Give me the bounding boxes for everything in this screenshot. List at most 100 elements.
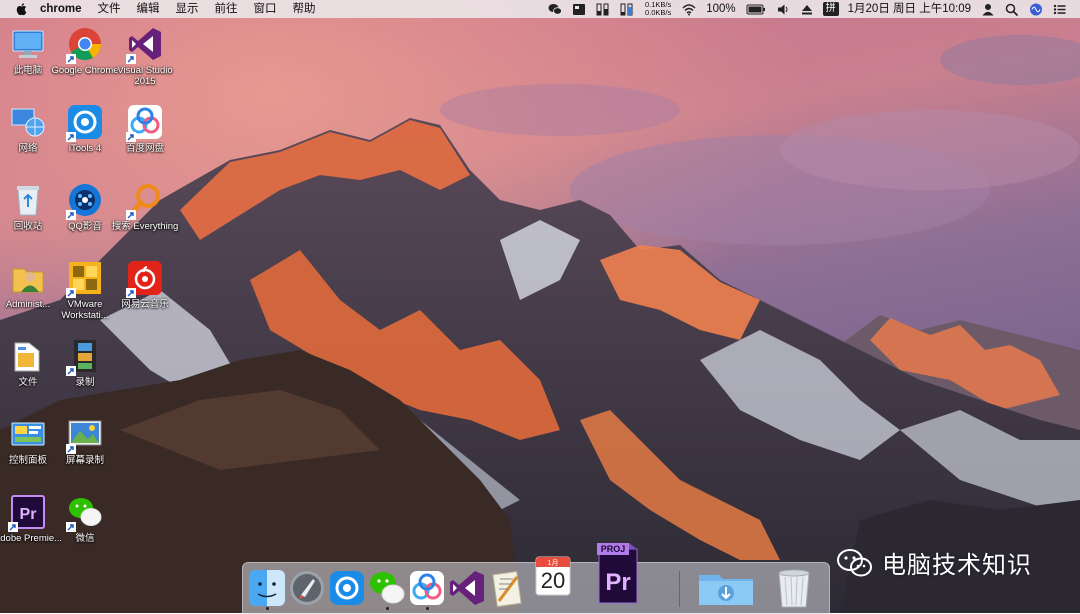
network-speed[interactable]: 0.1KB/s 0.0KB/s	[639, 1, 677, 17]
calendar-month: 1月	[547, 560, 559, 567]
desktop-icon-screen-recorder[interactable]: 屏幕录制	[57, 415, 113, 466]
running-indicator	[265, 607, 269, 610]
desktop-icon-files[interactable]: 文件	[0, 337, 56, 388]
user-folder-icon	[12, 268, 44, 293]
file-folder-icon	[14, 342, 40, 372]
shortcut-arrow-icon	[126, 288, 136, 298]
itools-icon	[330, 571, 364, 605]
clock-datetime[interactable]: 1月20日 周日 上午10:09	[843, 0, 976, 18]
watermark: 电脑技术知识	[836, 545, 1032, 580]
battery-icon[interactable]	[746, 3, 766, 16]
desktop-icon-label: 网易云音乐	[121, 299, 169, 310]
menu-view[interactable]: 显示	[168, 0, 207, 18]
desktop-icon-administrator[interactable]: Administ...	[0, 259, 56, 310]
script-editor-icon	[492, 570, 522, 608]
shortcut-arrow-icon	[66, 288, 76, 298]
dock-instruments[interactable]	[487, 567, 527, 609]
menu-go[interactable]: 前往	[207, 0, 246, 18]
desktop-icon-recycle-bin[interactable]: 回收站	[0, 181, 56, 232]
shortcut-arrow-icon	[126, 132, 136, 142]
desktop-icon-everything-search[interactable]: 搜索 Everything	[112, 181, 178, 232]
menu-help[interactable]: 帮助	[285, 0, 324, 18]
dock-baidu-netdisk[interactable]	[407, 567, 447, 610]
shortcut-arrow-icon	[66, 444, 76, 454]
visual-studio-icon	[450, 571, 484, 605]
network-download-speed: 0.0KB/s	[644, 8, 672, 17]
running-indicator	[385, 607, 389, 610]
desktop-icon-label: 百度网盘	[125, 143, 164, 154]
desktop-icon-label: 屏幕录制	[65, 455, 104, 466]
wechat-status-icon[interactable]	[548, 3, 562, 16]
dock-launchpad[interactable]	[287, 567, 327, 609]
svg-text:Pr: Pr	[20, 506, 37, 523]
desktop-icon-this-pc[interactable]: 此电脑	[0, 25, 56, 76]
network-icon	[11, 108, 45, 137]
shortcut-arrow-icon	[66, 366, 76, 376]
dock-trash[interactable]	[771, 567, 817, 609]
desktop-icon-itools[interactable]: iTools 4	[57, 103, 113, 154]
shortcut-arrow-icon	[66, 210, 76, 220]
desktop-icon-wechat[interactable]: 微信	[57, 493, 113, 544]
user-account-icon[interactable]	[981, 3, 995, 16]
desktop-icon-google-chrome[interactable]: Google Chrome	[51, 25, 119, 76]
eject-icon[interactable]	[800, 3, 814, 16]
shortcut-arrow-icon	[66, 522, 76, 532]
menu-file[interactable]: 文件	[90, 0, 129, 18]
dock-visual-studio[interactable]	[447, 567, 487, 609]
dock-downloads-folder[interactable]	[695, 567, 757, 609]
dock-finder[interactable]	[247, 567, 287, 610]
watermark-text: 电脑技术知识	[882, 552, 1032, 579]
launchpad-rocket-icon	[290, 571, 324, 605]
desktop-icon-record[interactable]: 录制	[57, 337, 113, 388]
menu-edit[interactable]: 编辑	[129, 0, 168, 18]
cpu-meter-icon[interactable]	[596, 3, 610, 16]
desktop-icon-network[interactable]: 网络	[0, 103, 56, 154]
menu-app-name[interactable]: chrome	[36, 0, 90, 18]
apple-menu-icon[interactable]	[14, 2, 30, 16]
shortcut-arrow-icon	[66, 54, 76, 64]
desktop-icon-baidu-netdisk[interactable]: 百度网盘	[117, 103, 173, 154]
computer-icon	[12, 30, 44, 58]
menu-bar: chrome 文件 编辑 显示 前往 窗口 帮助 0.1KB/s 0.0KB/s	[0, 0, 1080, 18]
notification-center-icon[interactable]	[1053, 3, 1067, 16]
trash-icon	[778, 569, 810, 608]
desktop-icon-label: 录制	[75, 377, 95, 388]
siri-icon[interactable]	[1029, 3, 1043, 16]
wifi-icon[interactable]	[682, 3, 696, 16]
menu-window[interactable]: 窗口	[246, 0, 285, 18]
desktop-icon-label: 搜索 Everything	[111, 221, 179, 232]
shortcut-arrow-icon	[8, 522, 18, 532]
recycle-bin-icon	[17, 186, 39, 216]
battery-percent[interactable]: 100%	[701, 0, 740, 18]
running-indicator	[425, 607, 429, 610]
menu-extra-icon[interactable]	[572, 3, 586, 16]
wechat-icon	[370, 572, 405, 604]
calendar-day: 20	[540, 568, 566, 593]
dock-calendar[interactable]: 1月 20	[533, 551, 573, 605]
desktop-icon-label: Visual Studio 2015	[117, 65, 173, 87]
dock-wechat[interactable]	[367, 567, 407, 610]
dock-separator	[679, 571, 680, 607]
shortcut-arrow-icon	[66, 132, 76, 142]
desktop-icon-qq-player[interactable]: QQ影音	[57, 181, 113, 232]
premiere-label: Pr	[605, 569, 631, 596]
wechat-logo-icon	[837, 548, 872, 576]
downloads-folder-icon	[699, 575, 753, 605]
shortcut-arrow-icon	[126, 54, 136, 64]
dock: 1月 20 PROJ Pr	[242, 543, 830, 614]
control-panel-icon	[11, 422, 45, 446]
desktop-icon-adobe-premiere[interactable]: Pr Adobe Premie...	[0, 493, 62, 544]
volume-icon[interactable]	[776, 3, 790, 16]
premiere-proj-badge: PROJ	[600, 544, 626, 554]
baidu-netdisk-icon	[410, 571, 444, 605]
desktop-icon-netease-music[interactable]: 网易云音乐	[117, 259, 173, 310]
desktop-icon-label: 微信	[75, 533, 95, 544]
dock-adobe-premiere[interactable]: PROJ Pr	[593, 541, 643, 605]
dock-itools[interactable]	[327, 567, 367, 609]
finder-icon	[249, 570, 285, 606]
spotlight-search-icon[interactable]	[1005, 3, 1019, 16]
memory-meter-icon[interactable]	[620, 3, 634, 16]
shortcut-arrow-icon	[126, 210, 136, 220]
desktop-icon-control-panel[interactable]: 控制面板	[0, 415, 56, 466]
input-method-indicator[interactable]: 拼	[822, 2, 839, 16]
